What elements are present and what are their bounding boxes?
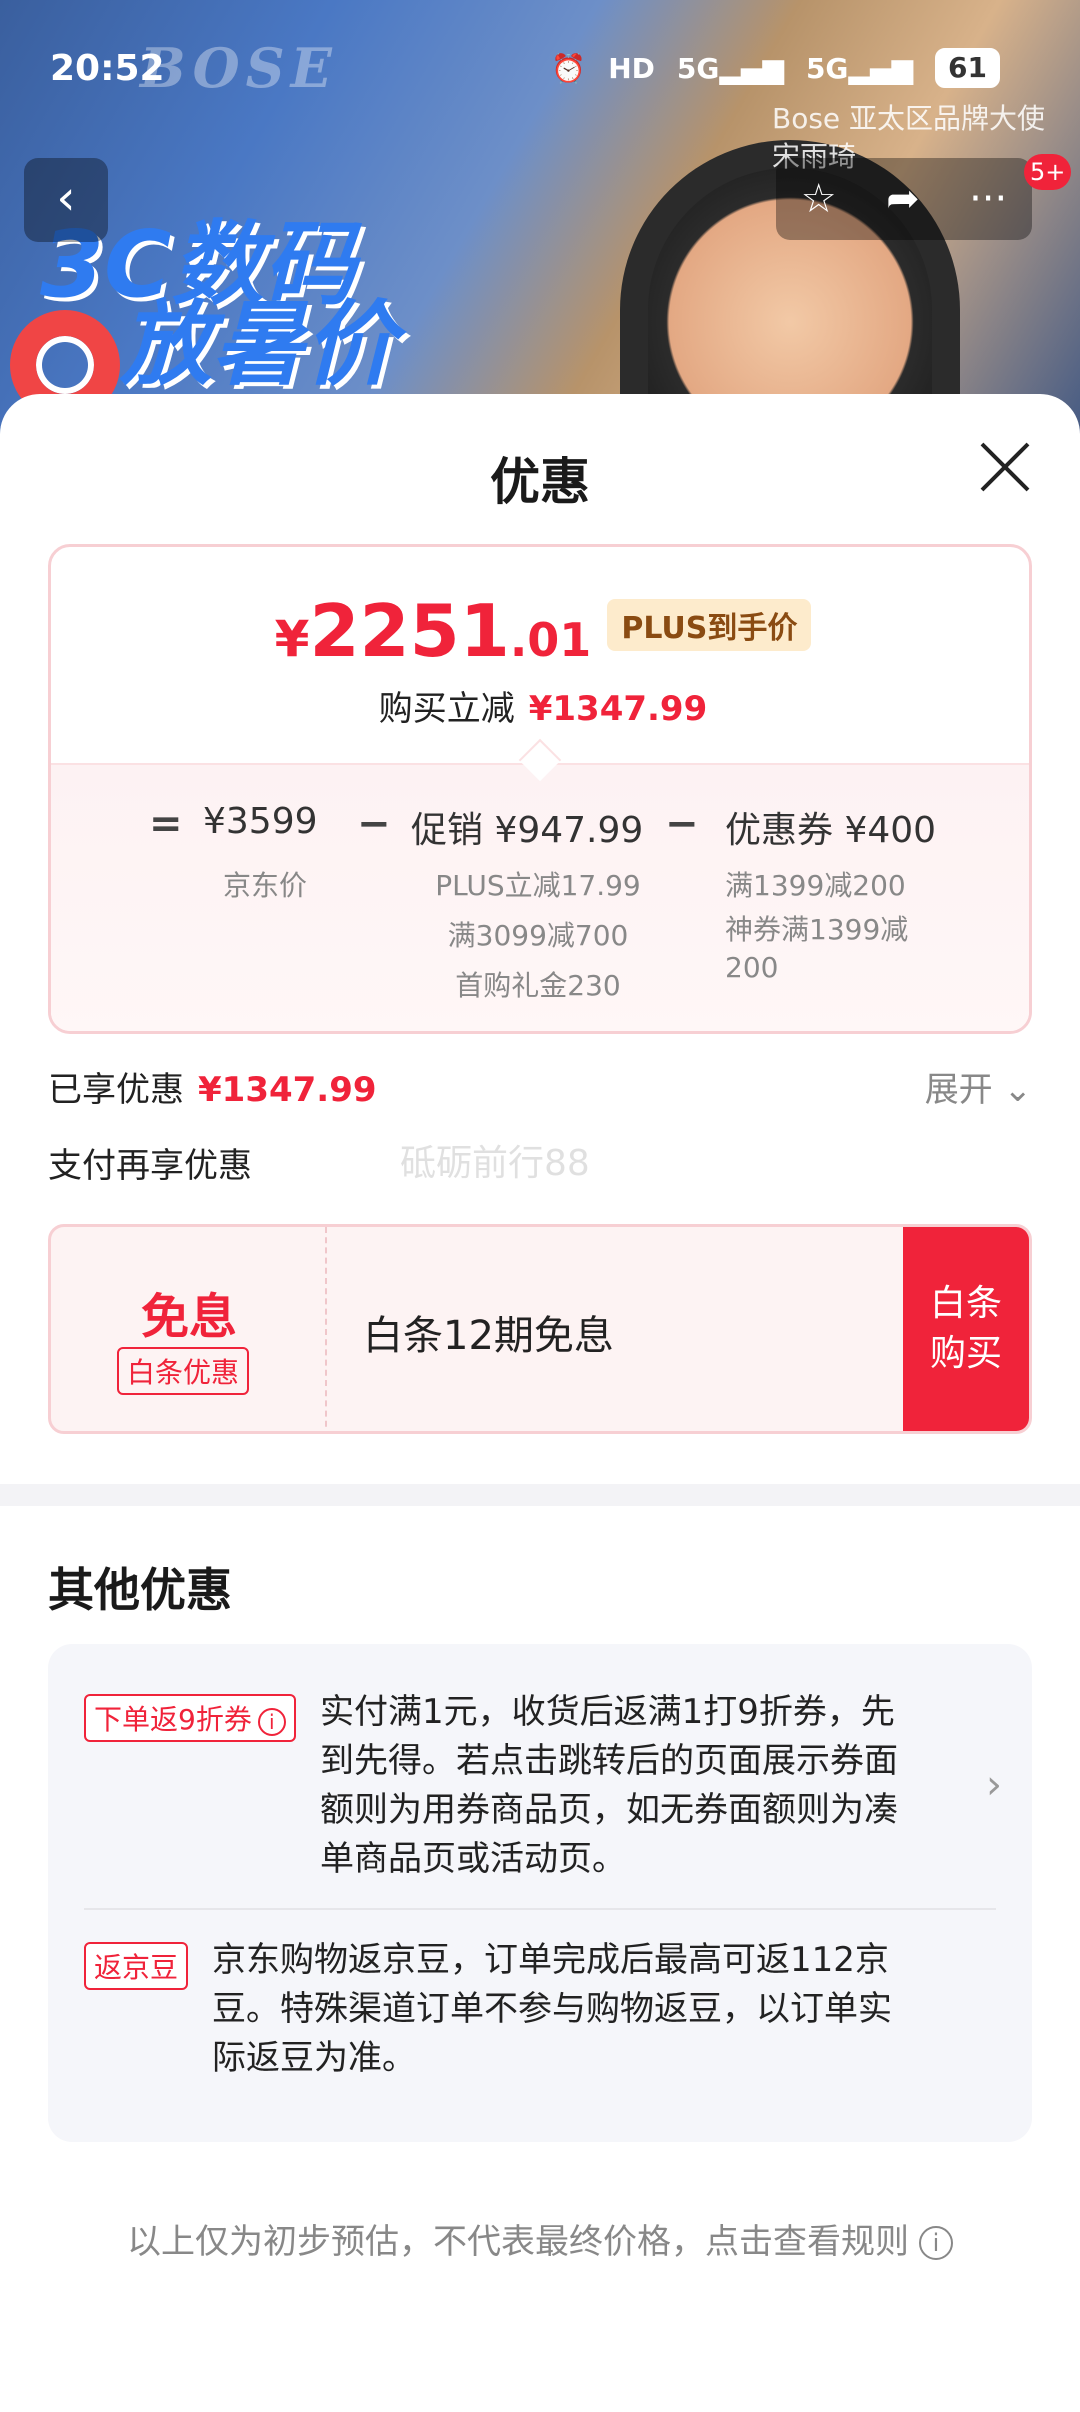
chevron-left-icon: ‹: [56, 170, 76, 226]
jd-bean-offer: 返京豆 京东购物返京豆，订单完成后最高可返112京 豆。特殊渠道订单不参与购物返…: [84, 1936, 996, 2096]
price-integer: 2251: [309, 589, 510, 673]
chevron-down-icon: ⌄: [1003, 1070, 1033, 1110]
coupon-detail-1: 满1399减200: [725, 869, 906, 902]
instant-reduce-label: 购买立减: [378, 689, 515, 729]
offer-separator: [84, 1908, 996, 1910]
price-formula: = ¥3599 − 促销 ¥947.99 − 优惠券 ¥400: [51, 801, 1029, 851]
promo-detail-full-reduce: 满3099减700: [447, 919, 629, 952]
equals-sign: =: [149, 801, 183, 847]
minus-sign-2: −: [665, 801, 699, 847]
plus-price-tag: PLUS到手价: [607, 599, 812, 651]
status-icons: ⏰ HD 5G▂▄▆ 5G▂▄▆ 61: [551, 48, 1000, 88]
baitiao-tag: 白条优惠: [117, 1347, 250, 1395]
jd-bean-tag: 返京豆: [84, 1942, 189, 1990]
close-icon: [980, 442, 1030, 492]
rebate-coupon-text: 实付满1元，收货后返满1打9折券，先 到先得。若点击跳转后的页面展示券面 额则为…: [320, 1692, 898, 1879]
minus-sign-1: −: [357, 801, 391, 847]
promo-amount: 促销 ¥947.99: [411, 810, 644, 851]
status-time: 20:52: [50, 48, 165, 89]
expand-button[interactable]: 展开 ⌄: [925, 1062, 1032, 1111]
enjoyed-label: 已享优惠: [48, 1070, 184, 1110]
baitiao-description: 白条12期免息: [363, 1313, 614, 1359]
enjoyed-discount-row: 已享优惠 ¥1347.99 展开 ⌄: [48, 1062, 1032, 1112]
sheet-title: 优惠: [490, 453, 590, 511]
price-breakdown-card: ¥2251.01 PLUS到手价 购买立减 ¥1347.99 = ¥3599 − 促…: [48, 544, 1032, 1034]
signal-icon: 5G▂▄▆: [676, 51, 784, 85]
discount-sheet: 优惠 ¥2251.01 PLUS到手价 购买立减 ¥1347.99 = ¥3599 …: [0, 394, 1080, 2412]
jd-bean-text: 京东购物返京豆，订单完成后最高可返112京 豆。特殊渠道订单不参与购物返豆，以订…: [212, 1940, 892, 2078]
promo-detail-plus: PLUS立减17.99: [435, 869, 641, 902]
coupon-details: 满1399减200 神券满1399减 200: [725, 861, 908, 987]
jd-price-label: 京东价: [223, 869, 308, 902]
instant-reduce-line: 购买立减 ¥1347.99: [51, 681, 1029, 730]
interest-free-title: 免息: [140, 1289, 237, 1345]
rebate-coupon-tag: 下单返9折券 i: [84, 1694, 296, 1742]
more-icon[interactable]: ···: [969, 176, 1007, 222]
info-icon: i: [919, 2226, 953, 2260]
jd-price: ¥3599: [203, 801, 318, 842]
share-icon[interactable]: ➦: [886, 176, 920, 222]
promo-detail-gift: 首购礼金230: [455, 969, 621, 1002]
currency-symbol: ¥: [274, 610, 310, 668]
message-badge: 5+: [1024, 154, 1072, 190]
promo-details: PLUS立减17.99 满3099减700 首购礼金230: [423, 861, 653, 1011]
promo-title-line2: 放暑价: [120, 291, 397, 398]
instant-reduce-value: ¥1347.99: [528, 689, 708, 729]
nav-action-bar: ☆ ➦ ···: [776, 158, 1032, 240]
signal-icon-2: 5G▂▄▆: [805, 51, 914, 85]
pay-again-label: 支付再享优惠: [48, 1146, 252, 1186]
price-decimal: .01: [509, 613, 592, 667]
other-offers-card: 下单返9折券 i 实付满1元，收货后返满1打9折券，先 到先得。若点击跳转后的页面…: [48, 1644, 1032, 2142]
price-formula-panel: = ¥3599 − 促销 ¥947.99 − 优惠券 ¥400 京东价 PLUS…: [51, 763, 1029, 1031]
baitiao-badge-area: 免息 白条优惠: [51, 1227, 327, 1431]
coupon-detail-2: 神券满1399减: [725, 913, 909, 946]
info-icon[interactable]: i: [257, 1708, 286, 1736]
baitiao-buy-button[interactable]: 白条 购买: [903, 1227, 1029, 1431]
alarm-icon: ⏰: [551, 51, 587, 85]
rebate-coupon-offer[interactable]: 下单返9折券 i 实付满1元，收货后返满1打9折券，先 到先得。若点击跳转后的页面…: [84, 1688, 996, 1888]
section-divider: [0, 1484, 1080, 1506]
coupon-detail-3: 200: [725, 951, 779, 984]
enjoyed-value: ¥1347.99: [198, 1070, 377, 1110]
back-button[interactable]: ‹: [24, 158, 108, 242]
baitiao-offer-card[interactable]: 免息 白条优惠 白条12期免息 白条 购买: [48, 1224, 1032, 1434]
other-offers-title: 其他优惠: [48, 1563, 232, 1617]
user-watermark: 砥砺前行88: [400, 1143, 590, 1184]
star-icon[interactable]: ☆: [801, 176, 837, 222]
coupon-amount: 优惠券 ¥400: [725, 810, 937, 851]
estimate-footnote[interactable]: 以上仅为初步预估，不代表最终价格，点击查看规则 i: [0, 2214, 1080, 2263]
chevron-right-icon[interactable]: ›: [986, 1762, 1002, 1808]
final-price: ¥2251.01 PLUS到手价: [51, 589, 1029, 673]
battery-icon: 61: [935, 48, 1000, 88]
hd-icon: HD: [608, 51, 655, 85]
close-button[interactable]: [972, 434, 1038, 500]
